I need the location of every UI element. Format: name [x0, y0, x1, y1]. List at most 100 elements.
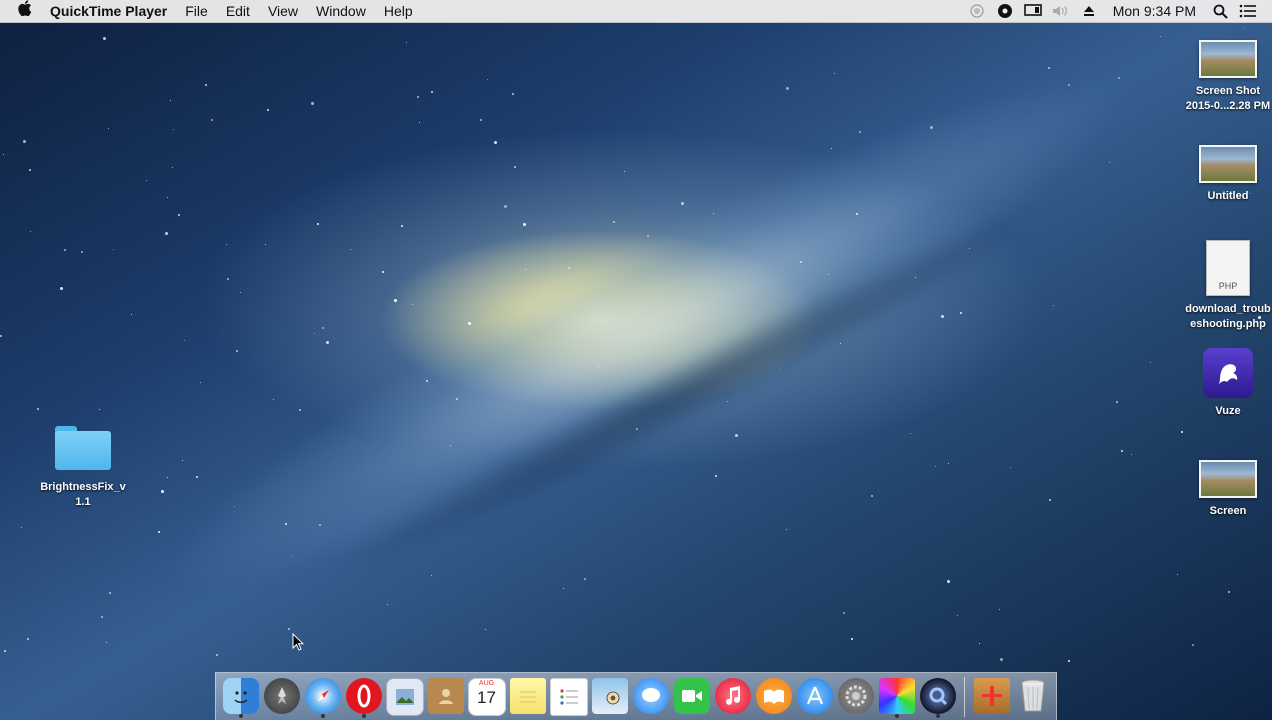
dock-ibooks[interactable] — [753, 675, 794, 719]
star — [167, 477, 168, 478]
dock-opera[interactable] — [343, 675, 384, 719]
menu-clock[interactable]: Mon 9:34 PM — [1103, 3, 1206, 19]
star — [319, 524, 321, 526]
dock-reminders[interactable] — [548, 675, 589, 719]
desktop-icon-label: Untitled — [1207, 190, 1249, 202]
star — [317, 223, 319, 225]
installer-package-icon — [973, 677, 1010, 714]
star — [3, 154, 4, 155]
star — [713, 213, 714, 214]
dock-trash[interactable] — [1012, 675, 1053, 719]
dock-installer[interactable] — [971, 675, 1012, 719]
ibooks-icon — [755, 677, 792, 714]
notes-icon — [509, 677, 546, 714]
star — [1243, 27, 1244, 28]
star — [598, 366, 599, 367]
record-icon[interactable] — [966, 0, 988, 22]
dock-contacts[interactable] — [425, 675, 466, 719]
dock-notes[interactable] — [507, 675, 548, 719]
dock-facetime[interactable] — [671, 675, 712, 719]
star — [167, 197, 168, 198]
star — [1109, 162, 1110, 163]
desktop-icon-screen[interactable]: Screen — [1178, 460, 1272, 519]
volume-icon[interactable] — [1050, 0, 1072, 22]
desktop-icon-untitled[interactable]: Untitled — [1178, 145, 1272, 204]
star — [401, 225, 403, 227]
itunes-icon — [714, 677, 751, 714]
folder-icon — [55, 426, 111, 470]
star — [960, 312, 962, 314]
star — [1000, 658, 1003, 661]
desktop-icon-screen-shot[interactable]: Screen Shot 2015-0...2.28 PM — [1178, 40, 1272, 114]
desktop-icon-label: 2015-0...2.28 PM — [1185, 100, 1271, 112]
star — [184, 340, 185, 341]
desktop-icon-label: BrightnessFix_v — [40, 481, 126, 493]
menu-file[interactable]: File — [176, 0, 217, 22]
star — [311, 102, 314, 105]
star — [205, 84, 207, 86]
desktop-icon-php-file[interactable]: PHP download_troub eshooting.php — [1178, 240, 1272, 332]
app-menu-quicktime[interactable]: QuickTime Player — [46, 0, 176, 22]
star — [158, 531, 160, 533]
star — [173, 129, 174, 130]
star — [30, 231, 31, 232]
notification-center-icon[interactable] — [1237, 0, 1259, 22]
star — [800, 261, 802, 263]
star — [265, 244, 266, 245]
reminders-icon — [549, 677, 588, 716]
star — [727, 401, 728, 402]
star — [828, 274, 829, 275]
menu-edit[interactable]: Edit — [217, 0, 259, 22]
desktop-icon-brightnessfix-folder[interactable]: BrightnessFix_v 1.1 — [33, 426, 133, 510]
running-indicator — [238, 713, 243, 718]
airplay-icon[interactable] — [1022, 0, 1044, 22]
menu-help[interactable]: Help — [375, 0, 422, 22]
star — [103, 37, 106, 40]
star — [681, 202, 684, 205]
dock-app-store[interactable] — [794, 675, 835, 719]
star — [64, 249, 66, 251]
dock-separator — [964, 676, 965, 717]
gear-icon[interactable] — [994, 0, 1016, 22]
dock-itunes[interactable] — [712, 675, 753, 719]
dock-messages[interactable] — [630, 675, 671, 719]
star — [226, 244, 227, 245]
star — [947, 580, 950, 583]
facetime-icon — [673, 677, 710, 714]
dock-quicktime[interactable] — [917, 675, 958, 719]
apple-icon[interactable] — [0, 0, 46, 23]
star — [494, 141, 497, 144]
star — [211, 119, 213, 121]
star — [930, 126, 933, 129]
star — [1228, 591, 1230, 593]
running-indicator — [935, 713, 940, 718]
menu-view[interactable]: View — [259, 0, 307, 22]
star — [412, 304, 413, 305]
star — [288, 628, 290, 630]
star — [568, 267, 570, 269]
eject-icon[interactable] — [1078, 0, 1100, 22]
star — [859, 131, 861, 133]
dock-preview[interactable] — [384, 675, 425, 719]
star — [999, 609, 1000, 610]
dock-finder[interactable] — [220, 675, 261, 719]
star — [23, 140, 26, 143]
running-indicator — [361, 713, 366, 718]
dock-launchpad[interactable] — [261, 675, 302, 719]
dock-photo-booth[interactable] — [589, 675, 630, 719]
desktop-icon-vuze[interactable]: Vuze — [1178, 348, 1272, 419]
spotlight-icon[interactable] — [1209, 0, 1231, 22]
dock-system-preferences[interactable] — [835, 675, 876, 719]
dock-color-picker[interactable] — [876, 675, 917, 719]
star — [109, 592, 111, 594]
desktop-screen: QuickTime Player File Edit View Window H… — [0, 0, 1272, 720]
menu-window[interactable]: Window — [307, 0, 375, 22]
dock-safari[interactable] — [302, 675, 343, 719]
opera-icon — [345, 677, 382, 714]
star — [871, 495, 873, 497]
quicktime-icon — [919, 677, 956, 714]
star — [431, 575, 432, 576]
star — [417, 96, 419, 98]
star — [979, 643, 980, 644]
dock-calendar[interactable]: AUG 17 — [466, 675, 507, 719]
